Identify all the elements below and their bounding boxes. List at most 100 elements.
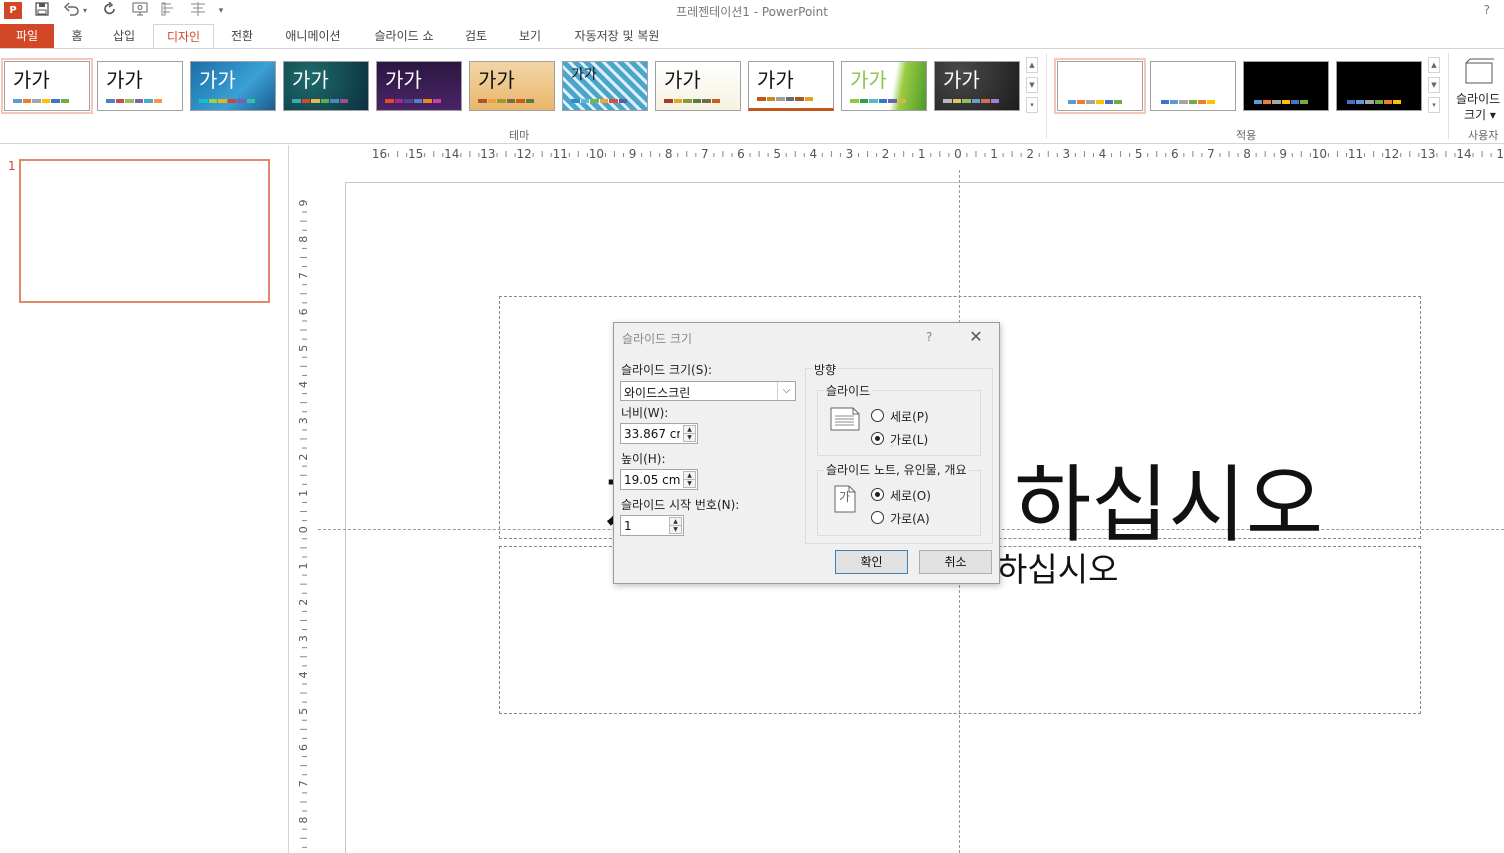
tab-transitions[interactable]: 전환 [222,24,262,48]
variant-more-icon[interactable]: ▾ [1428,97,1440,113]
spin-down-icon[interactable]: ▼ [683,433,696,442]
ruler-tick-label: 11 [553,147,568,161]
theme-sample-text: 가가 [478,68,515,92]
theme-scroll-up-icon[interactable]: ▲ [1026,57,1038,73]
ruler-tick-label: 12 [1384,147,1399,161]
spin-down-icon[interactable]: ▼ [683,479,696,488]
ruler-tick-label: 3 [846,147,854,161]
slides-landscape-radio[interactable] [871,432,884,445]
ruler-tick-label: 5 [773,147,781,161]
ribbon-design: 가가 가가 가가 가가 가가 가가 가가 가가 가가 가가 가가 ▲ ▼ ▾ 테… [0,48,1504,144]
notes-landscape-label[interactable]: 가로(A) [890,510,930,527]
ruler-tick-label: 11 [1348,147,1363,161]
theme-scroll-down-icon[interactable]: ▼ [1026,77,1038,93]
slides-portrait-radio[interactable] [871,409,884,422]
tab-design[interactable]: 디자인 [153,24,214,49]
theme-integral[interactable]: 가가 [841,61,927,111]
slide-size-button[interactable]: 슬라이드 크기 ▾ [1454,55,1504,123]
slide-thumbnail[interactable] [19,159,270,303]
ruler-tick-label: 3 [1063,147,1071,161]
theme-sample-text: 가가 [106,68,143,92]
ruler-tick-label: 6 [737,147,745,161]
ruler-tick-label: 7 [297,272,310,279]
tab-view[interactable]: 보기 [510,24,550,48]
ruler-tick-label: 9 [629,147,637,161]
notes-portrait-radio[interactable] [871,488,884,501]
ok-button[interactable]: 확인 [835,550,908,574]
ruler-tick-label: 1 [918,147,926,161]
tab-autosave[interactable]: 자동저장 및 복원 [562,24,672,48]
ruler-tick-label: 5 [297,345,310,352]
start-number-label: 슬라이드 시작 번호(N): [621,498,740,512]
horizontal-ruler[interactable]: 16 15 14 13 12 11 10 9 8 7 6 5 4 3 2 1 0 1 2 3 4 5 6 7 8 9 10 11 12 1… [346,145,1504,163]
variant-2[interactable] [1150,61,1236,111]
theme-ion[interactable]: 가가 [190,61,276,111]
variant-1[interactable] [1054,58,1146,114]
theme-more-icon[interactable]: ▾ [1026,97,1038,113]
subtitle-text[interactable]: 하십시오 [997,543,1118,591]
theme-sample-text: 가가 [385,68,422,92]
theme-sample-text: 가가 [664,68,701,92]
ruler-tick-label: 7 [297,780,310,787]
slides-group-label: 슬라이드 [824,382,873,399]
tab-insert[interactable]: 삽입 [104,24,144,48]
variant-4[interactable] [1336,61,1422,111]
spin-down-icon[interactable]: ▼ [669,525,682,534]
height-input[interactable]: 19.05 cm ▲ ▼ [620,469,698,490]
ruler-tick-label: 5 [297,708,310,715]
width-label: 너비(W): [621,406,669,420]
theme-facet[interactable]: 가가 [748,61,834,111]
theme-office-2[interactable]: 가가 [97,61,183,111]
slides-portrait-label[interactable]: 세로(P) [890,408,929,425]
slide-size-select[interactable]: 와이드스크린 ⌵ [620,381,796,401]
theme-organic[interactable]: 가가 [376,61,462,111]
group-divider [1046,53,1047,139]
variant-3[interactable] [1243,61,1329,111]
slide-size-icon [1465,58,1494,84]
ruler-tick-label: 1 [990,147,998,161]
variant-group-label: 적용 [1236,129,1257,142]
chevron-down-icon[interactable]: ⌵ [777,382,795,400]
tab-animations[interactable]: 애니메이션 [274,24,352,48]
theme-ion-boardroom[interactable]: 가가 [283,61,369,111]
theme-group-label: 테마 [509,129,530,142]
theme-slice[interactable]: 가가 [562,61,648,111]
notes-landscape-radio[interactable] [871,511,884,524]
ruler-tick-label: 2 [882,147,890,161]
slides-landscape-label[interactable]: 가로(L) [890,431,928,448]
ruler-tick-label: 0 [297,526,310,533]
close-icon[interactable]: ✕ [968,327,984,346]
height-value: 19.05 cm [624,473,680,487]
vertical-ruler[interactable]: 9 8 7 6 5 4 3 2 1 0 1 2 3 4 5 6 7 8 [296,183,312,853]
variant-scroll-up-icon[interactable]: ▲ [1428,57,1440,73]
theme-dark[interactable]: 가가 [934,61,1020,111]
title-text[interactable]: 하십시오 [1014,438,1323,559]
notes-portrait-label[interactable]: 세로(O) [890,487,931,504]
ruler-tick-label: 6 [297,744,310,751]
start-number-input[interactable]: 1 ▲ ▼ [620,515,684,536]
ruler-tick-label: 16 [372,147,387,161]
ruler-tick-label: 5 [1135,147,1143,161]
ruler-tick-label: 4 [1099,147,1107,161]
cancel-button[interactable]: 취소 [919,550,992,574]
tab-slideshow[interactable]: 슬라이드 쇼 [364,24,444,48]
width-value: 33.867 cm [624,427,680,441]
ruler-tick-label: 10 [1312,147,1327,161]
tab-file[interactable]: 파일 [0,24,54,48]
variant-scroll-down-icon[interactable]: ▼ [1428,77,1440,93]
ruler-tick-label: 8 [297,236,310,243]
help-button[interactable]: ? [1484,3,1490,17]
ruler-tick-label: 1 [297,490,310,497]
theme-wisp[interactable]: 가가 [655,61,741,111]
ribbon-tabs: 파일 홈 삽입 디자인 전환 애니메이션 슬라이드 쇼 검토 보기 자동저장 및… [0,24,1504,49]
dialog-help-button[interactable]: ? [926,330,932,344]
slide-size-label: 슬라이드 [1456,92,1501,106]
theme-sample-text: 가가 [757,68,794,92]
tab-home[interactable]: 홈 [62,24,92,48]
theme-retrospect[interactable]: 가가 [469,61,555,111]
ruler-tick-label: 12 [516,147,531,161]
tab-review[interactable]: 검토 [456,24,496,48]
theme-office[interactable]: 가가 [1,58,93,114]
ruler-tick-label: 0 [954,147,962,161]
width-input[interactable]: 33.867 cm ▲ ▼ [620,423,698,444]
